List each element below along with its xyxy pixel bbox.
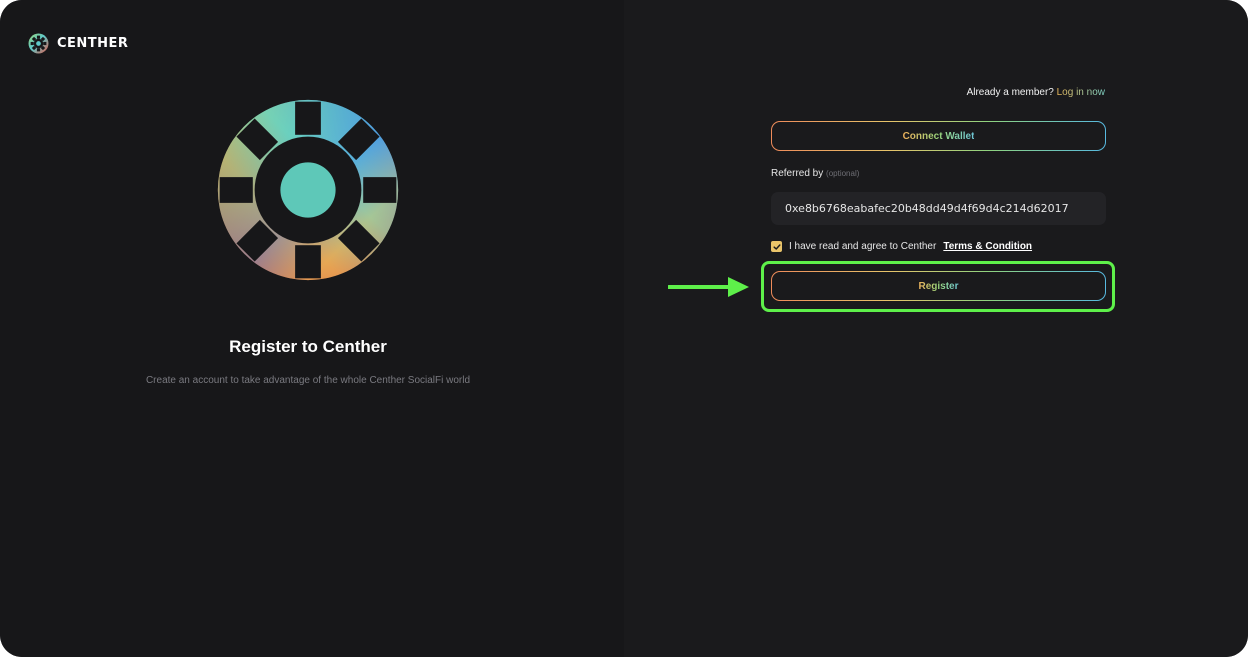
login-prompt: Already a member? Log in now xyxy=(967,87,1105,98)
terms-agree-text: I have read and agree to Centher xyxy=(789,241,937,252)
register-button[interactable]: Register xyxy=(771,271,1106,301)
centher-logo-icon xyxy=(217,99,399,281)
centher-logo-icon xyxy=(28,33,49,54)
optional-hint: (optional) xyxy=(826,169,860,178)
member-prompt-text: Already a member? xyxy=(966,87,1054,98)
right-panel xyxy=(624,0,1248,657)
terms-agreement: I have read and agree to Centher Terms &… xyxy=(771,241,1032,252)
register-label: Register xyxy=(918,280,959,292)
referred-by-label: Referred by (optional) xyxy=(771,168,859,179)
brand[interactable]: CENTHER xyxy=(28,33,128,54)
page-title: Register to Centher xyxy=(229,337,387,356)
login-link[interactable]: Log in now xyxy=(1057,87,1105,98)
register-button-inner[interactable]: Register xyxy=(772,272,1105,300)
referred-by-text: Referred by xyxy=(771,168,824,179)
app-frame: CENTHER Register to Centher Create an ac… xyxy=(0,0,1248,657)
connect-wallet-button-inner[interactable]: Connect Wallet xyxy=(772,122,1105,150)
arrow-right-icon xyxy=(668,277,749,297)
page-subtitle: Create an account to take advantage of t… xyxy=(145,375,471,386)
terms-checkbox[interactable] xyxy=(771,241,782,252)
connect-wallet-label: Connect Wallet xyxy=(902,130,975,142)
connect-wallet-button[interactable]: Connect Wallet xyxy=(771,121,1106,151)
terms-link[interactable]: Terms & Condition xyxy=(943,241,1032,252)
brand-name: CENTHER xyxy=(57,36,129,51)
referral-input[interactable] xyxy=(771,192,1106,225)
check-icon xyxy=(772,243,781,250)
